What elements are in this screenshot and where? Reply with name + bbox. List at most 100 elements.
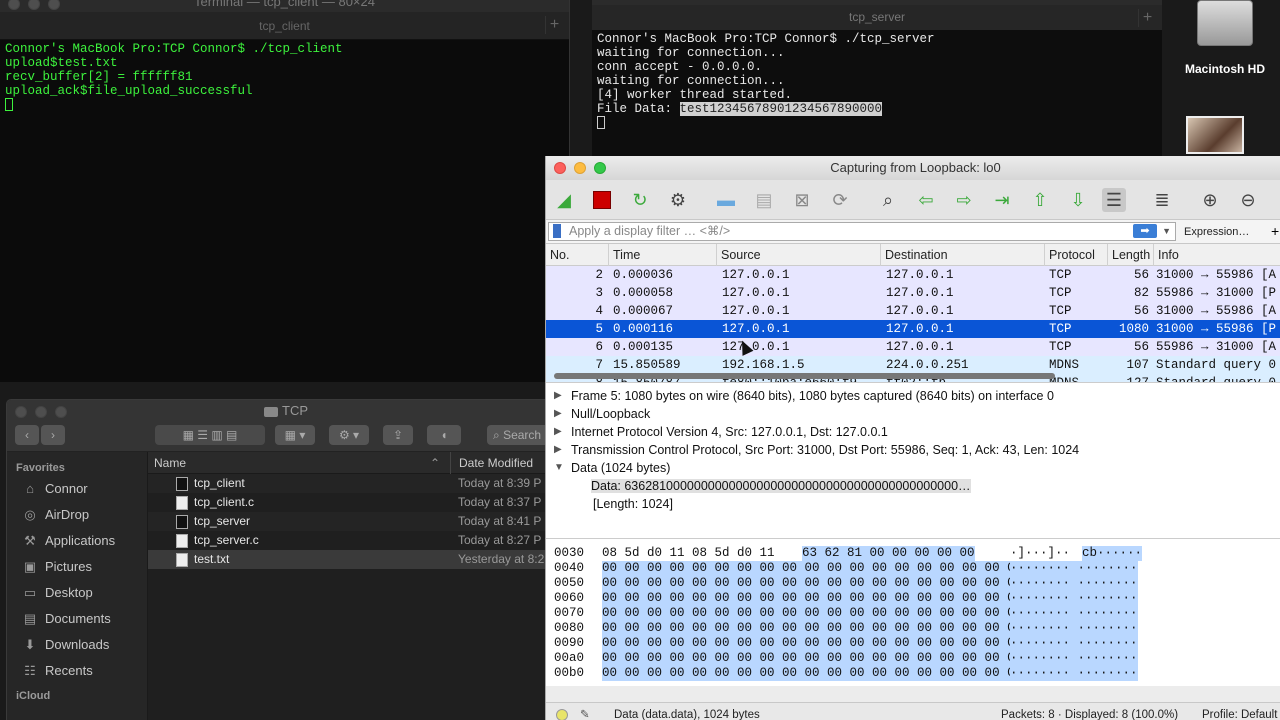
apply-filter-arrow-icon[interactable]: ➡ — [1133, 224, 1157, 238]
close-file-icon[interactable]: ⊠ — [790, 188, 814, 212]
wireshark-window[interactable]: Capturing from Loopback: lo0 ◢ ↻ ⚙ ▬ ▤ ⊠… — [545, 156, 1280, 720]
sidebar-item-downloads[interactable]: ⬇ Downloads — [7, 632, 147, 658]
minimize-icon[interactable] — [28, 0, 40, 10]
col-info[interactable]: Info — [1153, 244, 1179, 266]
desktop-macintosh-hd[interactable]: Macintosh HD — [1170, 0, 1280, 76]
expand-icon[interactable]: ▶ — [554, 423, 562, 441]
forward-icon[interactable]: › — [41, 425, 65, 445]
col-length[interactable]: Length — [1107, 244, 1150, 266]
finder-window[interactable]: TCP ‹ › ▦ ☰ ▥ ▤ ▦ ▾ ⚙ ▾ ⇪ ◖ ⌕ Search Fav… — [6, 399, 566, 720]
col-protocol[interactable]: Protocol — [1044, 244, 1095, 266]
new-tab-icon[interactable]: + — [1138, 9, 1156, 27]
go-back-icon[interactable]: ⇦ — [914, 188, 938, 212]
col-no[interactable]: No. — [546, 244, 569, 266]
filter-dropdown-icon[interactable]: ▼ — [1162, 223, 1171, 240]
packet-row[interactable]: 5 0.000116 127.0.0.1 127.0.0.1 TCP 1080 31000 … — [546, 320, 1280, 338]
terminal-client-output[interactable]: Connor's MacBook Pro:TCP Connor$ ./tcp_c… — [0, 40, 569, 114]
find-packet-icon[interactable]: ⌕ — [876, 188, 900, 212]
packet-row[interactable]: 4 0.000067 127.0.0.1 127.0.0.1 TCP 56 31000 → … — [546, 302, 1280, 320]
file-row[interactable]: tcp_client.c Today at 8:37 P — [148, 493, 565, 512]
view-switcher[interactable]: ▦ ☰ ▥ ▤ — [155, 425, 265, 445]
column-date-modified[interactable]: Date Modified — [450, 452, 533, 474]
hard-drive-icon[interactable] — [1197, 0, 1253, 46]
last-packet-icon[interactable]: ⇩ — [1066, 188, 1090, 212]
zoom-in-icon[interactable]: ⊕ — [1198, 188, 1222, 212]
hex-row[interactable]: 00b0 00 00 00 00 00 00 00 00 00 00 00 00 … — [546, 666, 1280, 681]
packet-row[interactable]: 7 15.850589 192.168.1.5 224.0.0.251 MDNS 107 S… — [546, 356, 1280, 374]
expand-icon[interactable]: ▶ — [554, 405, 562, 423]
horizontal-scrollbar[interactable] — [554, 373, 1055, 379]
zoom-icon[interactable] — [48, 0, 60, 10]
save-file-icon[interactable]: ▤ — [752, 188, 776, 212]
expression-button[interactable]: Expression… — [1184, 220, 1249, 244]
hex-row[interactable]: 0040 00 00 00 00 00 00 00 00 00 00 00 00 … — [546, 561, 1280, 576]
packet-row[interactable]: 2 0.000036 127.0.0.1 127.0.0.1 TCP 56 31000 → … — [546, 266, 1280, 284]
file-row[interactable]: tcp_server.c Today at 8:27 P — [148, 531, 565, 550]
detail-length[interactable]: [Length: 1024] — [546, 495, 1280, 513]
bookmark-icon[interactable] — [553, 224, 561, 238]
expand-icon[interactable]: ▶ — [554, 441, 562, 459]
sidebar-item-documents[interactable]: ▤ Documents — [7, 606, 147, 632]
gear-icon[interactable]: ⚙ ▾ — [329, 425, 369, 445]
terminal-client-tab[interactable]: tcp_client + — [0, 12, 569, 40]
colorize-icon[interactable]: ≣ — [1150, 188, 1174, 212]
sidebar-item-desktop[interactable]: ▭ Desktop — [7, 580, 147, 606]
terminal-server-window[interactable]: tcp_server + Connor's MacBook Pro:TCP Co… — [592, 0, 1162, 157]
column-name[interactable]: Name — [154, 452, 186, 474]
sidebar-item-connor[interactable]: ⌂ Connor — [7, 476, 147, 502]
detail-tcp[interactable]: ▶ Transmission Control Protocol, Src Port… — [546, 441, 1280, 459]
close-icon[interactable] — [554, 162, 566, 174]
minimize-icon[interactable] — [574, 162, 586, 174]
col-source[interactable]: Source — [716, 244, 761, 266]
go-forward-icon[interactable]: ⇨ — [952, 188, 976, 212]
new-tab-icon[interactable]: + — [545, 16, 563, 34]
desktop-image-thumbnail[interactable] — [1186, 116, 1244, 154]
hex-row[interactable]: 0050 00 00 00 00 00 00 00 00 00 00 00 00 … — [546, 576, 1280, 591]
back-icon[interactable]: ‹ — [15, 425, 39, 445]
hex-row[interactable]: 0080 00 00 00 00 00 00 00 00 00 00 00 00 … — [546, 621, 1280, 636]
detail-loopback[interactable]: ▶ Null/Loopback — [546, 405, 1280, 423]
open-file-icon[interactable]: ▬ — [714, 188, 738, 212]
expert-info-icon[interactable] — [556, 709, 568, 720]
first-packet-icon[interactable]: ⇧ — [1028, 188, 1052, 212]
col-destination[interactable]: Destination — [880, 244, 948, 266]
file-row[interactable]: tcp_server Today at 8:41 P — [148, 512, 565, 531]
add-filter-button[interactable]: + — [1271, 220, 1279, 242]
capture-options-gear-icon[interactable]: ⚙ — [666, 188, 690, 212]
zoom-icon[interactable] — [594, 162, 606, 174]
file-row[interactable]: test.txt Yesterday at 8:2 — [148, 550, 565, 569]
detail-ipv4[interactable]: ▶ Internet Protocol Version 4, Src: 127.0… — [546, 423, 1280, 441]
terminal-server-output[interactable]: Connor's MacBook Pro:TCP Connor$ ./tcp_s… — [592, 30, 1162, 157]
terminal-client-window[interactable]: Terminal — tcp_client — 80×24 tcp_client… — [0, 0, 570, 382]
reload-icon[interactable]: ⟳ — [828, 188, 852, 212]
zoom-icon[interactable] — [55, 406, 67, 418]
tag-icon[interactable]: ◖ — [427, 425, 461, 445]
sidebar-item-applications[interactable]: ⚒ Applications — [7, 528, 147, 554]
file-row[interactable]: tcp_client Today at 8:39 P — [148, 474, 565, 493]
display-filter-input[interactable]: Apply a display filter … <⌘/> ➡ ▼ — [548, 222, 1176, 241]
edit-comment-icon[interactable]: ✎ — [580, 703, 590, 720]
terminal-server-tab[interactable]: tcp_server + — [592, 5, 1162, 30]
hex-row[interactable]: 0070 00 00 00 00 00 00 00 00 00 00 00 00 … — [546, 606, 1280, 621]
autoscroll-icon[interactable]: ☰ — [1102, 188, 1126, 212]
detail-data-value[interactable]: Data: 6362810000000000000000000000000000… — [546, 477, 1280, 495]
expand-icon[interactable]: ▶ — [554, 387, 562, 405]
sidebar-item-pictures[interactable]: ▣ Pictures — [7, 554, 147, 580]
packet-row[interactable]: 3 0.000058 127.0.0.1 127.0.0.1 TCP 82 55986 → … — [546, 284, 1280, 302]
hex-row[interactable]: 0060 00 00 00 00 00 00 00 00 00 00 00 00 … — [546, 591, 1280, 606]
hex-row[interactable]: 0090 00 00 00 00 00 00 00 00 00 00 00 00 … — [546, 636, 1280, 651]
arrange-icon[interactable]: ▦ ▾ — [275, 425, 315, 445]
col-time[interactable]: Time — [608, 244, 640, 266]
collapse-icon[interactable]: ▼ — [554, 459, 564, 477]
close-icon[interactable] — [15, 406, 27, 418]
detail-data[interactable]: ▼ Data (1024 bytes) — [546, 459, 1280, 477]
status-profile[interactable]: Profile: Default — [1202, 703, 1277, 720]
minimize-icon[interactable] — [35, 406, 47, 418]
hex-row[interactable]: 0030 08 5d d0 11 08 5d d0 11 63 62 81 00 0… — [546, 546, 1280, 561]
hex-row[interactable]: 00a0 00 00 00 00 00 00 00 00 00 00 00 00 … — [546, 651, 1280, 666]
share-icon[interactable]: ⇪ — [383, 425, 413, 445]
zoom-out-icon[interactable]: ⊖ — [1236, 188, 1260, 212]
restart-capture-icon[interactable]: ↻ — [628, 188, 652, 212]
stop-capture-icon[interactable] — [590, 188, 614, 212]
detail-frame[interactable]: ▶ Frame 5: 1080 bytes on wire (8640 bits)… — [546, 387, 1280, 405]
